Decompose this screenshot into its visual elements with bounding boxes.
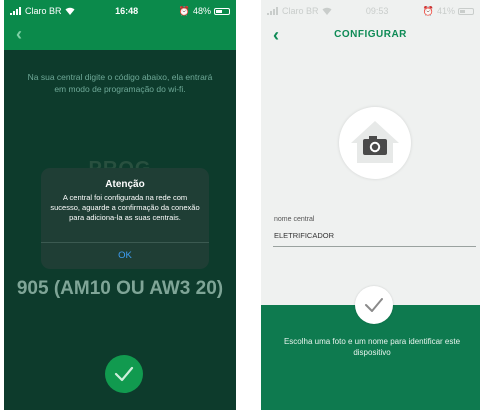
- alarm-icon: ⏰: [422, 5, 434, 16]
- confirm-button[interactable]: [105, 355, 143, 393]
- alert-dialog: Atenção A central foi configurada na red…: [41, 168, 209, 269]
- chevron-left-icon[interactable]: ‹: [16, 24, 22, 45]
- left-screen: Claro BR 16:48 ⏰ 48% ‹ Na sua central di…: [4, 0, 236, 410]
- hint-text: Escolha uma foto e um nome para identifi…: [283, 337, 461, 357]
- battery-icon: [458, 7, 474, 15]
- alert-title: Atenção: [105, 179, 145, 190]
- carrier-label: Claro BR: [282, 6, 319, 16]
- battery-percent: 48%: [192, 6, 211, 16]
- wifi-icon: [322, 7, 332, 15]
- status-time: 09:53: [365, 6, 389, 16]
- page-title: CONFIGURAR: [334, 29, 407, 40]
- nav-bar: [4, 22, 236, 50]
- battery-status: ⏰ 41%: [423, 6, 474, 17]
- alert-message: A central foi configurada na rede com su…: [50, 193, 200, 222]
- status-time: 16:48: [115, 6, 139, 16]
- photo-picker-button[interactable]: [339, 107, 411, 179]
- alert-divider: [41, 242, 209, 243]
- carrier-label: Claro BR: [25, 6, 62, 16]
- name-field-underline: [273, 246, 476, 247]
- wifi-icon: [65, 7, 75, 15]
- right-screen: Claro BR 09:53 ⏰ 41% ‹ CONFIGURAR nome c…: [261, 0, 480, 410]
- signal-icon: [10, 7, 21, 15]
- carrier-signal: Claro BR: [10, 6, 75, 16]
- carrier-signal: Claro BR: [267, 6, 332, 16]
- battery-icon: [214, 7, 230, 15]
- check-icon: [114, 366, 134, 382]
- alarm-icon: ⏰: [178, 5, 190, 16]
- instructions-text: Na sua central digite o código abaixo, e…: [27, 72, 213, 94]
- battery-percent: 41%: [436, 6, 455, 16]
- name-field-input[interactable]: ELETRIFICADOR: [274, 231, 334, 240]
- status-bar: Claro BR 16:48 ⏰ 48%: [4, 0, 236, 22]
- alert-ok-button[interactable]: OK: [41, 250, 209, 261]
- programming-code: 905 (AM10 OU AW3 20): [16, 278, 224, 299]
- status-bar: Claro BR 09:53 ⏰ 41%: [261, 0, 480, 22]
- name-field-label: nome central: [274, 216, 315, 223]
- check-icon: [365, 298, 383, 312]
- battery-status: ⏰ 48%: [179, 6, 230, 17]
- house-camera-icon: [351, 121, 399, 163]
- confirm-button[interactable]: [355, 286, 393, 324]
- signal-icon: [267, 7, 278, 15]
